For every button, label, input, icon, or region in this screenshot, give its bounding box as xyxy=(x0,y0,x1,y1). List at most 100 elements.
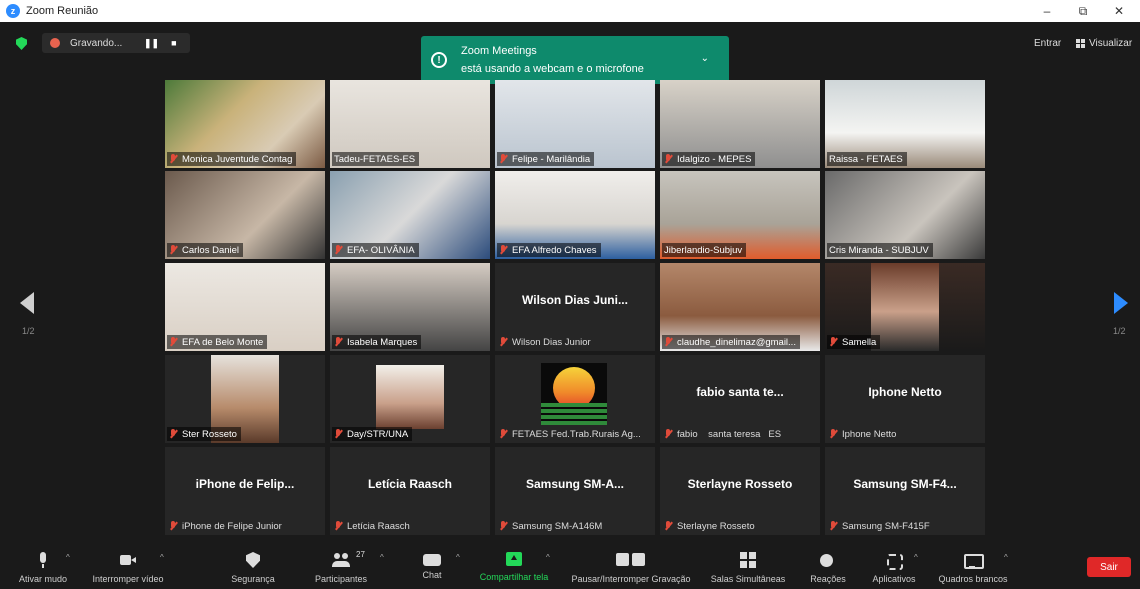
muted-mic-icon xyxy=(334,521,343,531)
participant-name-tag: Letícia Raasch xyxy=(332,519,414,533)
next-page-arrow-icon[interactable] xyxy=(1114,292,1128,314)
muted-mic-icon xyxy=(664,154,673,164)
muted-mic-icon xyxy=(169,154,178,164)
fetaes-logo-icon xyxy=(541,363,607,425)
participant-tile[interactable]: Felipe - Marilândia xyxy=(495,80,655,168)
participant-name-tag: Isabela Marques xyxy=(332,335,422,349)
participant-tile[interactable]: Wilson Dias Juni... Wilson Dias Junior xyxy=(495,263,655,351)
mute-button[interactable]: Ativar mudo xyxy=(12,540,74,589)
participant-display-name: Samsung SM-F4... xyxy=(853,477,957,491)
participant-tile[interactable]: Samella xyxy=(825,263,985,351)
minimize-button[interactable]: – xyxy=(1030,0,1064,22)
participant-tile[interactable]: claudhe_dinelimaz@gmail... xyxy=(660,263,820,351)
participants-caret-icon[interactable]: ^ xyxy=(380,553,384,562)
participant-tile[interactable]: FETAES Fed.Trab.Rurais Ag... xyxy=(495,355,655,443)
participant-name-tag: Felipe - Marilândia xyxy=(497,152,595,166)
pause-stop-recording-button[interactable]: Pausar/Interromper Gravação xyxy=(565,540,697,589)
whiteboard-icon xyxy=(964,552,984,569)
participants-button[interactable]: Participantes xyxy=(308,540,374,589)
participant-tile[interactable]: Carlos Daniel xyxy=(165,171,325,259)
muted-mic-icon xyxy=(499,521,508,531)
active-speaker-tile[interactable]: Jiberlandio-Subjuv xyxy=(660,171,820,259)
participant-tile[interactable]: EFA Alfredo Chaves xyxy=(495,171,655,259)
apps-icon xyxy=(885,552,903,570)
camera-mic-notification[interactable]: ! Zoom Meetings está usando a webcam e o… xyxy=(421,36,729,84)
share-caret-icon[interactable]: ^ xyxy=(546,553,550,562)
whiteboards-caret-icon[interactable]: ^ xyxy=(1004,553,1008,562)
notification-message: está usando a webcam e o microfone xyxy=(461,63,644,75)
enter-fullscreen-button[interactable]: Entrar xyxy=(1034,38,1061,49)
participant-tile[interactable]: Ster Rosseto xyxy=(165,355,325,443)
encryption-shield-icon[interactable] xyxy=(16,37,27,50)
reactions-button[interactable]: Reações xyxy=(806,540,850,589)
participant-tile[interactable]: fabio santa te... fabio santa teresa ES xyxy=(660,355,820,443)
chevron-down-icon[interactable]: ⌄ xyxy=(701,53,709,64)
page-indicator-right: 1/2 xyxy=(1113,326,1126,336)
close-button[interactable]: ✕ xyxy=(1102,0,1136,22)
apps-caret-icon[interactable]: ^ xyxy=(914,553,918,562)
participant-tile[interactable]: Isabela Marques xyxy=(330,263,490,351)
participant-name-tag: Raissa - FETAES xyxy=(827,152,907,166)
participant-tile[interactable]: Cris Miranda - SUBJUV xyxy=(825,171,985,259)
pause-recording-button[interactable]: ❚❚ xyxy=(144,38,159,49)
zoom-logo-icon: z xyxy=(6,4,20,18)
stop-recording-button[interactable]: ■ xyxy=(171,38,176,48)
muted-mic-icon xyxy=(499,245,508,255)
leave-meeting-button[interactable]: Sair xyxy=(1087,557,1131,577)
participant-name-tag: Iphone Netto xyxy=(827,427,900,441)
participant-tile[interactable]: iPhone de Felip... iPhone de Felipe Juni… xyxy=(165,447,325,535)
participant-tile[interactable]: Idalgizo - MEPES xyxy=(660,80,820,168)
participant-tile[interactable]: Day/STR/UNA xyxy=(330,355,490,443)
participant-tile[interactable]: Raissa - FETAES xyxy=(825,80,985,168)
camera-icon xyxy=(119,552,137,568)
breakout-rooms-button[interactable]: Salas Simultâneas xyxy=(706,540,790,589)
stop-video-button[interactable]: Interromper vídeo xyxy=(86,540,170,589)
participant-name-tag: Day/STR/UNA xyxy=(332,427,413,441)
apps-button[interactable]: Aplicativos xyxy=(866,540,922,589)
whiteboards-button[interactable]: Quadros brancos xyxy=(934,540,1012,589)
participant-tile[interactable]: Iphone Netto Iphone Netto xyxy=(825,355,985,443)
participant-name-tag: Wilson Dias Junior xyxy=(497,335,595,349)
participant-name-tag: EFA de Belo Monte xyxy=(167,335,268,349)
participant-tile[interactable]: EFA de Belo Monte xyxy=(165,263,325,351)
participant-name-tag: Samsung SM-A146M xyxy=(497,519,606,533)
muted-mic-icon xyxy=(334,337,343,347)
chat-caret-icon[interactable]: ^ xyxy=(456,553,460,562)
audio-options-caret-icon[interactable]: ^ xyxy=(66,553,70,562)
participant-tile[interactable]: EFA- OLIVÂNIA xyxy=(330,171,490,259)
muted-mic-icon xyxy=(334,245,343,255)
muted-mic-icon xyxy=(664,429,673,439)
participant-tile[interactable]: Letícia Raasch Letícia Raasch xyxy=(330,447,490,535)
view-button[interactable]: Visualizar xyxy=(1076,38,1132,49)
participant-name-tag: Cris Miranda - SUBJUV xyxy=(827,243,933,257)
participant-display-name: Wilson Dias Juni... xyxy=(522,293,628,307)
participant-tile[interactable]: Samsung SM-A... Samsung SM-A146M xyxy=(495,447,655,535)
participant-video xyxy=(871,263,939,351)
restore-button[interactable]: ⧉ xyxy=(1066,0,1100,22)
emoji-icon xyxy=(819,552,837,568)
share-screen-button[interactable]: Compartilhar tela xyxy=(474,540,554,589)
participant-display-name: Samsung SM-A... xyxy=(525,477,624,491)
participant-tile[interactable]: Samsung SM-F4... Samsung SM-F415F xyxy=(825,447,985,535)
muted-mic-icon xyxy=(829,337,838,347)
muted-mic-icon xyxy=(334,429,343,439)
muted-mic-icon xyxy=(829,429,838,439)
participant-display-name: iPhone de Felip... xyxy=(195,477,295,491)
participant-name-tag: iPhone de Felipe Junior xyxy=(167,519,286,533)
muted-mic-icon xyxy=(169,245,178,255)
meeting-toolbar: Ativar mudo ^ Interromper vídeo ^ Segura… xyxy=(0,540,1140,589)
title-bar: z Zoom Reunião – ⧉ ✕ xyxy=(0,0,1140,22)
page-indicator-left: 1/2 xyxy=(22,326,35,336)
participant-tile[interactable]: Tadeu-FETAES-ES xyxy=(330,80,490,168)
participant-name-tag: claudhe_dinelimaz@gmail... xyxy=(662,335,800,349)
participant-name-tag: Carlos Daniel xyxy=(167,243,244,257)
participant-name-tag: Idalgizo - MEPES xyxy=(662,152,756,166)
participant-tile[interactable]: Monica Juventude Contag xyxy=(165,80,325,168)
previous-page-arrow-icon[interactable] xyxy=(20,292,34,314)
video-options-caret-icon[interactable]: ^ xyxy=(160,553,164,562)
security-button[interactable]: Segurança xyxy=(222,540,284,589)
participant-tile[interactable]: Sterlayne Rosseto Sterlayne Rosseto xyxy=(660,447,820,535)
window-title: Zoom Reunião xyxy=(26,5,99,17)
chat-button[interactable]: Chat xyxy=(410,540,454,589)
participant-name-tag: Samsung SM-F415F xyxy=(827,519,934,533)
